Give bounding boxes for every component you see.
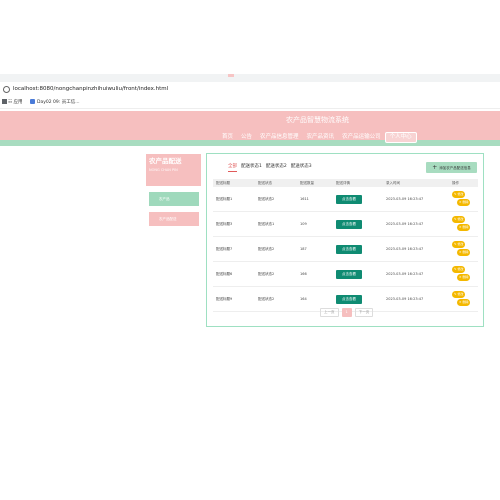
cell-time: 2023-03-09 16:23:47 [383,236,449,262]
view-detail-button[interactable]: 点击查看 [336,294,362,304]
cell-status: 配送状态2 [255,261,297,287]
edit-label: 修改 [457,242,464,246]
sidebar-item-delivery[interactable]: 农产品配送 [149,212,199,226]
delete-label: 删除 [462,225,469,229]
col-time-header: 录入时间 [383,179,449,187]
sidebar-subtitle: NONG CHAN PIN [149,168,178,172]
cell-status: 配送状态1 [255,211,297,237]
view-detail-button[interactable]: 点击查看 [336,269,362,279]
bookmark-day02[interactable]: Day02 09: 员工信... [37,97,80,108]
filter-status-3[interactable]: 配送状态3 [291,163,312,172]
delete-label: 删除 [462,275,469,279]
site-info-icon[interactable] [3,86,10,93]
edit-button[interactable]: ✎ 修改 [452,266,466,273]
delete-label: 删除 [462,300,469,304]
col-detail-header: 配送详情 [333,179,383,187]
delivery-table: 配送标题 配送状态 配送数量 配送详情 录入时间 操作 配送标题1 配送状态2 … [213,179,478,312]
edit-button[interactable]: ✎ 修改 [452,241,466,248]
cell-status: 配送状态2 [255,236,297,262]
cell-time: 2023-03-09 16:23:47 [383,211,449,237]
cell-qty: 109 [297,211,333,237]
nav-transport-company[interactable]: 农产品运输公司 [338,132,385,143]
next-page-button[interactable]: 下一页 [354,308,374,317]
edit-label: 修改 [457,192,464,196]
status-filter-tabs: 全部 配送状态1 配送状态2 配送状态3 [228,163,312,172]
cell-title: 配送标题3 [213,211,255,237]
delete-label: 删除 [462,250,469,254]
cell-time: 2023-03-09 16:23:47 [383,261,449,287]
edit-label: 修改 [457,217,464,221]
delete-button[interactable]: ✕ 删除 [457,299,471,306]
nav-personal-center[interactable]: 个人中心 [384,132,417,143]
filter-status-1[interactable]: 配送状态1 [241,163,262,172]
nav-home[interactable]: 首页 [218,132,237,143]
bookmark-favicon-icon [30,99,35,104]
active-tab-indicator [228,74,234,77]
cell-actions: ✎ 修改 ✕ 删除 [449,187,478,212]
table-row: 配送标题7 配送状态2 187 点击查看 2023-03-09 16:23:47… [213,236,478,262]
edit-label: 修改 [457,267,464,271]
cell-title: 配送标题6 [213,261,255,287]
cell-qty: 1611 [297,187,333,212]
filter-all[interactable]: 全部 [228,163,237,172]
cell-actions: ✎ 修改 ✕ 删除 [449,261,478,287]
plus-icon: + [432,163,438,171]
col-actions-header: 操作 [449,179,478,187]
table-header-row: 配送标题 配送状态 配送数量 配送详情 录入时间 操作 [213,179,478,187]
delete-button[interactable]: ✕ 删除 [457,274,471,281]
cell-time: 2023-03-09 16:23:47 [383,187,449,212]
delete-button[interactable]: ✕ 删除 [457,249,471,256]
edit-label: 修改 [457,292,464,296]
edit-button[interactable]: ✎ 修改 [452,191,466,198]
sidebar-item-product[interactable]: 农产品 [149,192,199,206]
delete-label: 删除 [462,200,469,204]
apps-grid-icon [2,99,7,104]
sidebar-title: 农产品配送 [149,157,182,165]
cell-qty: 187 [297,236,333,262]
cell-status: 配送状态2 [255,187,297,212]
filter-status-2[interactable]: 配送状态2 [266,163,287,172]
delete-button[interactable]: ✕ 删除 [457,199,471,206]
table-row: 配送标题3 配送状态1 109 点击查看 2023-03-09 16:23:47… [213,211,478,237]
cell-detail: 点击查看 [333,261,383,287]
view-detail-button[interactable]: 点击查看 [336,244,362,254]
nav-product-info[interactable]: 农产品信息管理 [256,132,303,143]
col-title-header: 配送标题 [213,179,255,187]
cell-detail: 点击查看 [333,211,383,237]
cell-qty: 166 [297,261,333,287]
browser-tab-strip [0,74,500,82]
edit-button[interactable]: ✎ 修改 [452,216,466,223]
col-qty-header: 配送数量 [297,179,333,187]
prev-page-button[interactable]: 上一页 [320,308,339,317]
view-detail-button[interactable]: 点击查看 [336,219,362,229]
col-status-header: 配送状态 [255,179,297,187]
cell-detail: 点击查看 [333,236,383,262]
add-delivery-label: 添加农产品配送信息 [439,165,471,170]
url-text[interactable]: localhost:8080/nongchanpinzhihuiwuliu/fr… [13,84,168,94]
add-delivery-button[interactable]: + 添加农产品配送信息 [426,162,477,173]
cell-title: 配送标题7 [213,236,255,262]
cell-detail: 点击查看 [333,187,383,212]
cell-title: 配送标题1 [213,187,255,212]
edit-button[interactable]: ✎ 修改 [452,291,466,298]
current-page[interactable]: 1 [341,308,352,317]
pagination: 上一页 1 下一页 [320,308,374,317]
cell-actions: ✎ 修改 ✕ 删除 [449,286,478,312]
table-row: 配送标题1 配送状态2 1611 点击查看 2023-03-09 16:23:4… [213,187,478,212]
cell-time: 2023-03-09 16:23:47 [383,286,449,312]
cell-title: 配送标题9 [213,286,255,312]
site-title: 农产品智慧物流系统 [286,116,349,124]
cell-actions: ✎ 修改 ✕ 删除 [449,236,478,262]
main-nav: 首页 公告 农产品信息管理 农产品资讯 农产品运输公司 个人中心 [218,132,417,143]
cell-status: 配送状态2 [255,286,297,312]
delete-button[interactable]: ✕ 删除 [457,224,471,231]
cell-actions: ✎ 修改 ✕ 删除 [449,211,478,237]
view-detail-button[interactable]: 点击查看 [336,194,362,204]
table-row: 配送标题6 配送状态2 166 点击查看 2023-03-09 16:23:47… [213,261,478,287]
bookmark-apps[interactable]: ☷ 应用 [8,97,22,108]
nav-announcement[interactable]: 公告 [237,132,256,143]
nav-product-news[interactable]: 农产品资讯 [303,132,339,143]
